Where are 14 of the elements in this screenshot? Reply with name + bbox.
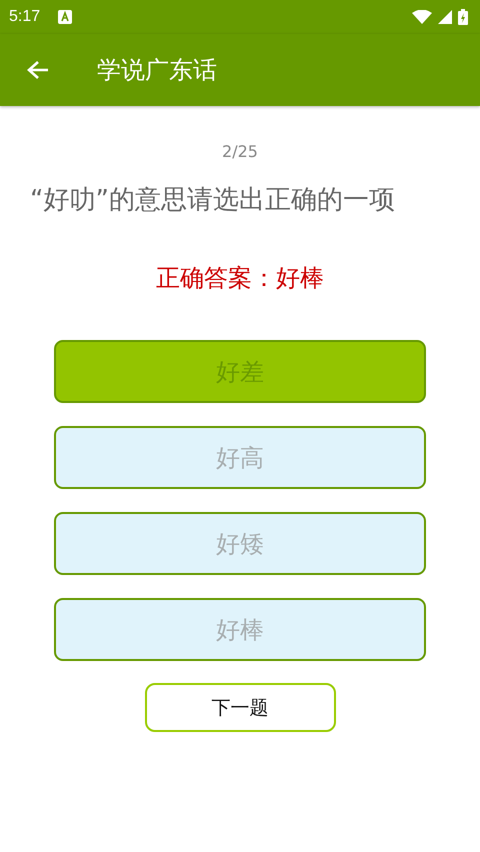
status-time: 5:17 (9, 8, 40, 26)
answer-option[interactable]: 好矮 (54, 512, 426, 575)
correct-answer-text: 正确答案：好棒 (156, 263, 324, 294)
question-text: “好叻”的意思请选出正确的一项 (30, 184, 396, 217)
answer-option[interactable]: 好高 (54, 426, 426, 489)
battery-icon (458, 9, 468, 25)
next-question-button[interactable]: 下一题 (144, 683, 336, 732)
wifi-icon (412, 10, 432, 24)
answer-option[interactable]: 好棒 (54, 598, 426, 661)
signal-icon (438, 10, 452, 24)
back-arrow-icon[interactable] (27, 60, 49, 80)
notification-icon (58, 10, 72, 24)
question-counter: 2/25 (222, 142, 258, 161)
app-title: 学说广东话 (97, 55, 217, 86)
